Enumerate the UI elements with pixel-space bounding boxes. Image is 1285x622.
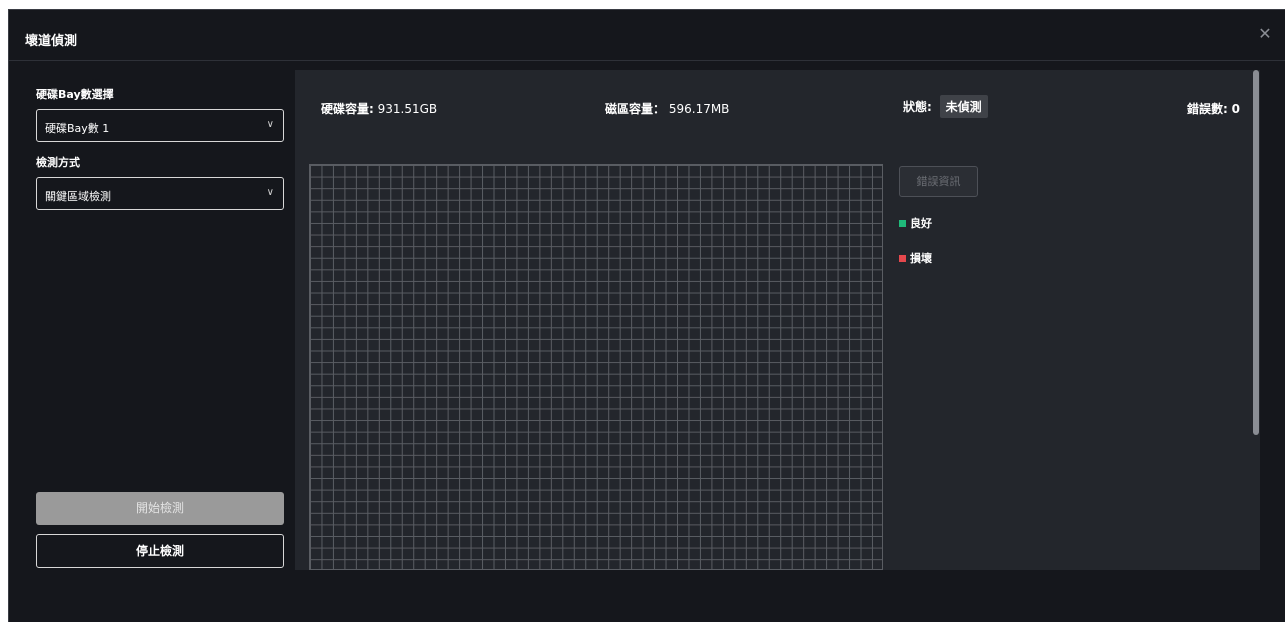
- settings-column: 硬碟Bay數選擇 硬碟Bay數 1 ∨ 檢測方式 關鍵區域檢測 ∨: [36, 86, 284, 210]
- bay-select-value: 硬碟Bay數 1: [45, 122, 110, 135]
- dialog-title: 壞道偵測: [25, 34, 78, 49]
- scan-panel: 硬碟容量: 931.51GB 磁區容量： 596.17MB 狀態: 未偵測 錯誤…: [295, 70, 1252, 570]
- disk-capacity-value: 931.51GB: [377, 102, 438, 116]
- sector-capacity: 磁區容量： 596.17MB: [605, 100, 729, 117]
- panel-scrollbar[interactable]: [1252, 70, 1260, 570]
- scan-status: 狀態: 未偵測: [903, 95, 988, 118]
- bay-select[interactable]: 硬碟Bay數 1 ∨: [36, 109, 284, 142]
- method-select-label: 檢測方式: [36, 156, 80, 169]
- disk-capacity: 硬碟容量: 931.51GB: [321, 100, 437, 117]
- sector-capacity-label: 磁區容量：: [605, 102, 666, 116]
- bad-swatch: [899, 255, 906, 262]
- scrollbar-thumb[interactable]: [1253, 70, 1259, 435]
- error-count-label: 錯誤數:: [1187, 102, 1228, 116]
- start-scan-button[interactable]: 開始檢測: [36, 492, 284, 525]
- close-icon[interactable]: ✕: [1255, 24, 1275, 44]
- legend-bad-label: 損壞: [910, 252, 932, 265]
- chevron-down-icon: ∨: [266, 187, 274, 198]
- legend-good-label: 良好: [910, 217, 932, 230]
- error-count: 錯誤數: 0: [1187, 100, 1240, 117]
- sector-capacity-value: 596.17MB: [668, 102, 730, 116]
- stop-scan-button[interactable]: 停止檢測: [36, 534, 284, 568]
- bay-select-label: 硬碟Bay數選擇: [36, 88, 114, 101]
- error-count-value: 0: [1231, 102, 1240, 116]
- status-badge: 未偵測: [939, 95, 988, 118]
- error-info-button[interactable]: 錯誤資訊: [899, 166, 978, 197]
- good-swatch: [899, 220, 906, 227]
- sector-map-grid: [309, 164, 883, 570]
- legend-bad: 損壞: [899, 250, 932, 266]
- chevron-down-icon: ∨: [266, 119, 274, 130]
- legend-good: 良好: [899, 215, 932, 231]
- status-label: 狀態:: [903, 100, 932, 114]
- method-select[interactable]: 關鍵區域檢測 ∨: [36, 177, 284, 210]
- method-select-value: 關鍵區域檢測: [45, 190, 111, 203]
- disk-capacity-label: 硬碟容量:: [321, 102, 374, 116]
- dialog-titlebar: 壞道偵測 ✕: [9, 10, 1285, 61]
